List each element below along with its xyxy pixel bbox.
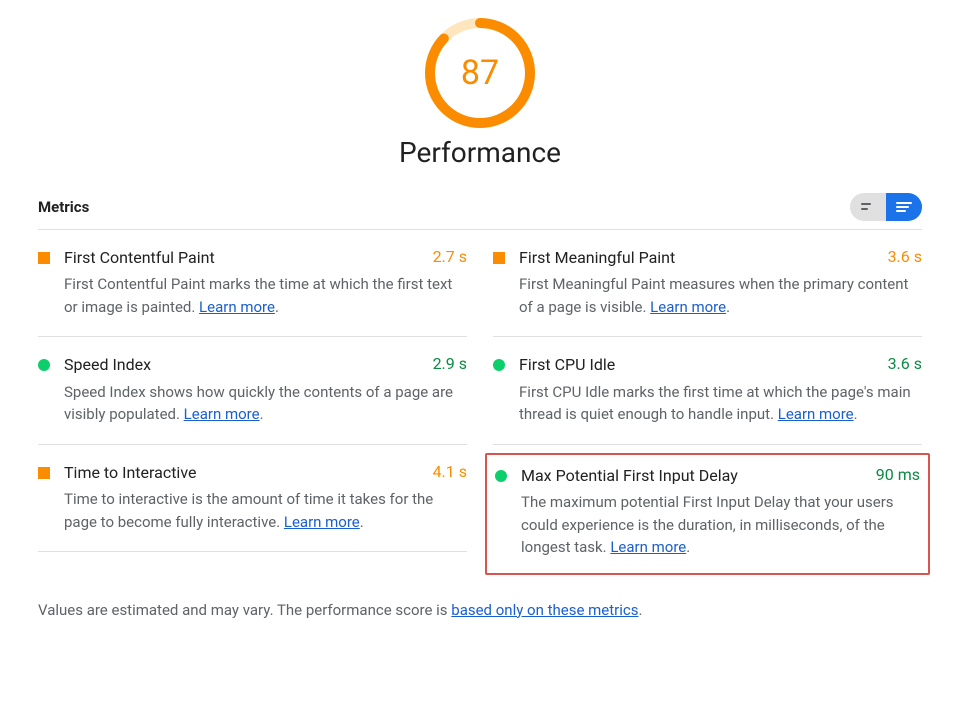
footnote: Values are estimated and may vary. The p…: [38, 601, 922, 619]
learn-more-link[interactable]: Learn more: [284, 513, 360, 531]
metric-card: Speed Index 2.9 s Speed Index shows how qu…: [38, 337, 467, 444]
metric-description: The maximum potential First Input Delay …: [521, 491, 920, 559]
circle-bullet-icon: [493, 359, 505, 371]
learn-more-link[interactable]: Learn more: [650, 298, 726, 316]
metric-value: 4.1 s: [433, 462, 467, 481]
square-bullet-icon: [38, 252, 50, 264]
metric-value: 3.6 s: [888, 354, 922, 373]
metric-value: 2.9 s: [433, 354, 467, 373]
learn-more-link[interactable]: Learn more: [184, 405, 260, 423]
metric-value: 3.6 s: [888, 247, 922, 266]
metric-card: Time to Interactive 4.1 s Time to interact…: [38, 445, 467, 552]
metric-description: First Contentful Paint marks the time at…: [64, 273, 467, 318]
metric-description: First CPU Idle marks the first time at w…: [519, 381, 922, 426]
footnote-link[interactable]: based only on these metrics: [451, 601, 638, 619]
metric-value: 2.7 s: [433, 247, 467, 266]
square-bullet-icon: [38, 467, 50, 479]
circle-bullet-icon: [38, 359, 50, 371]
highlighted-metric: Max Potential First Input Delay 90 ms The …: [485, 453, 930, 575]
metric-name: First CPU Idle: [519, 354, 615, 376]
metric-card: First Contentful Paint 2.7 s First Content…: [38, 230, 467, 337]
page-title: Performance: [38, 136, 922, 169]
circle-bullet-icon: [495, 470, 507, 482]
view-toggle[interactable]: [850, 193, 922, 221]
learn-more-link[interactable]: Learn more: [778, 405, 854, 423]
metric-name: First Contentful Paint: [64, 247, 215, 269]
metric-value: 90 ms: [876, 465, 920, 484]
metric-card: First Meaningful Paint 3.6 s First Meaning…: [493, 230, 922, 337]
metric-name: Max Potential First Input Delay: [521, 465, 738, 487]
metric-card: First CPU Idle 3.6 s First CPU Idle marks …: [493, 337, 922, 444]
view-detailed-icon[interactable]: [886, 193, 922, 221]
learn-more-link[interactable]: Learn more: [610, 538, 686, 556]
score-value: 87: [423, 16, 537, 130]
score-gauge: 87 Performance: [38, 0, 922, 169]
square-bullet-icon: [493, 252, 505, 264]
learn-more-link[interactable]: Learn more: [199, 298, 275, 316]
metrics-heading: Metrics: [38, 198, 89, 216]
metric-name: Time to Interactive: [64, 462, 196, 484]
metric-card: Max Potential First Input Delay 90 ms The …: [495, 465, 920, 559]
metric-name: Speed Index: [64, 354, 151, 376]
view-compact-icon[interactable]: [850, 193, 886, 221]
metric-description: Speed Index shows how quickly the conten…: [64, 381, 467, 426]
metric-name: First Meaningful Paint: [519, 247, 675, 269]
metric-description: Time to interactive is the amount of tim…: [64, 488, 467, 533]
metric-description: First Meaningful Paint measures when the…: [519, 273, 922, 318]
